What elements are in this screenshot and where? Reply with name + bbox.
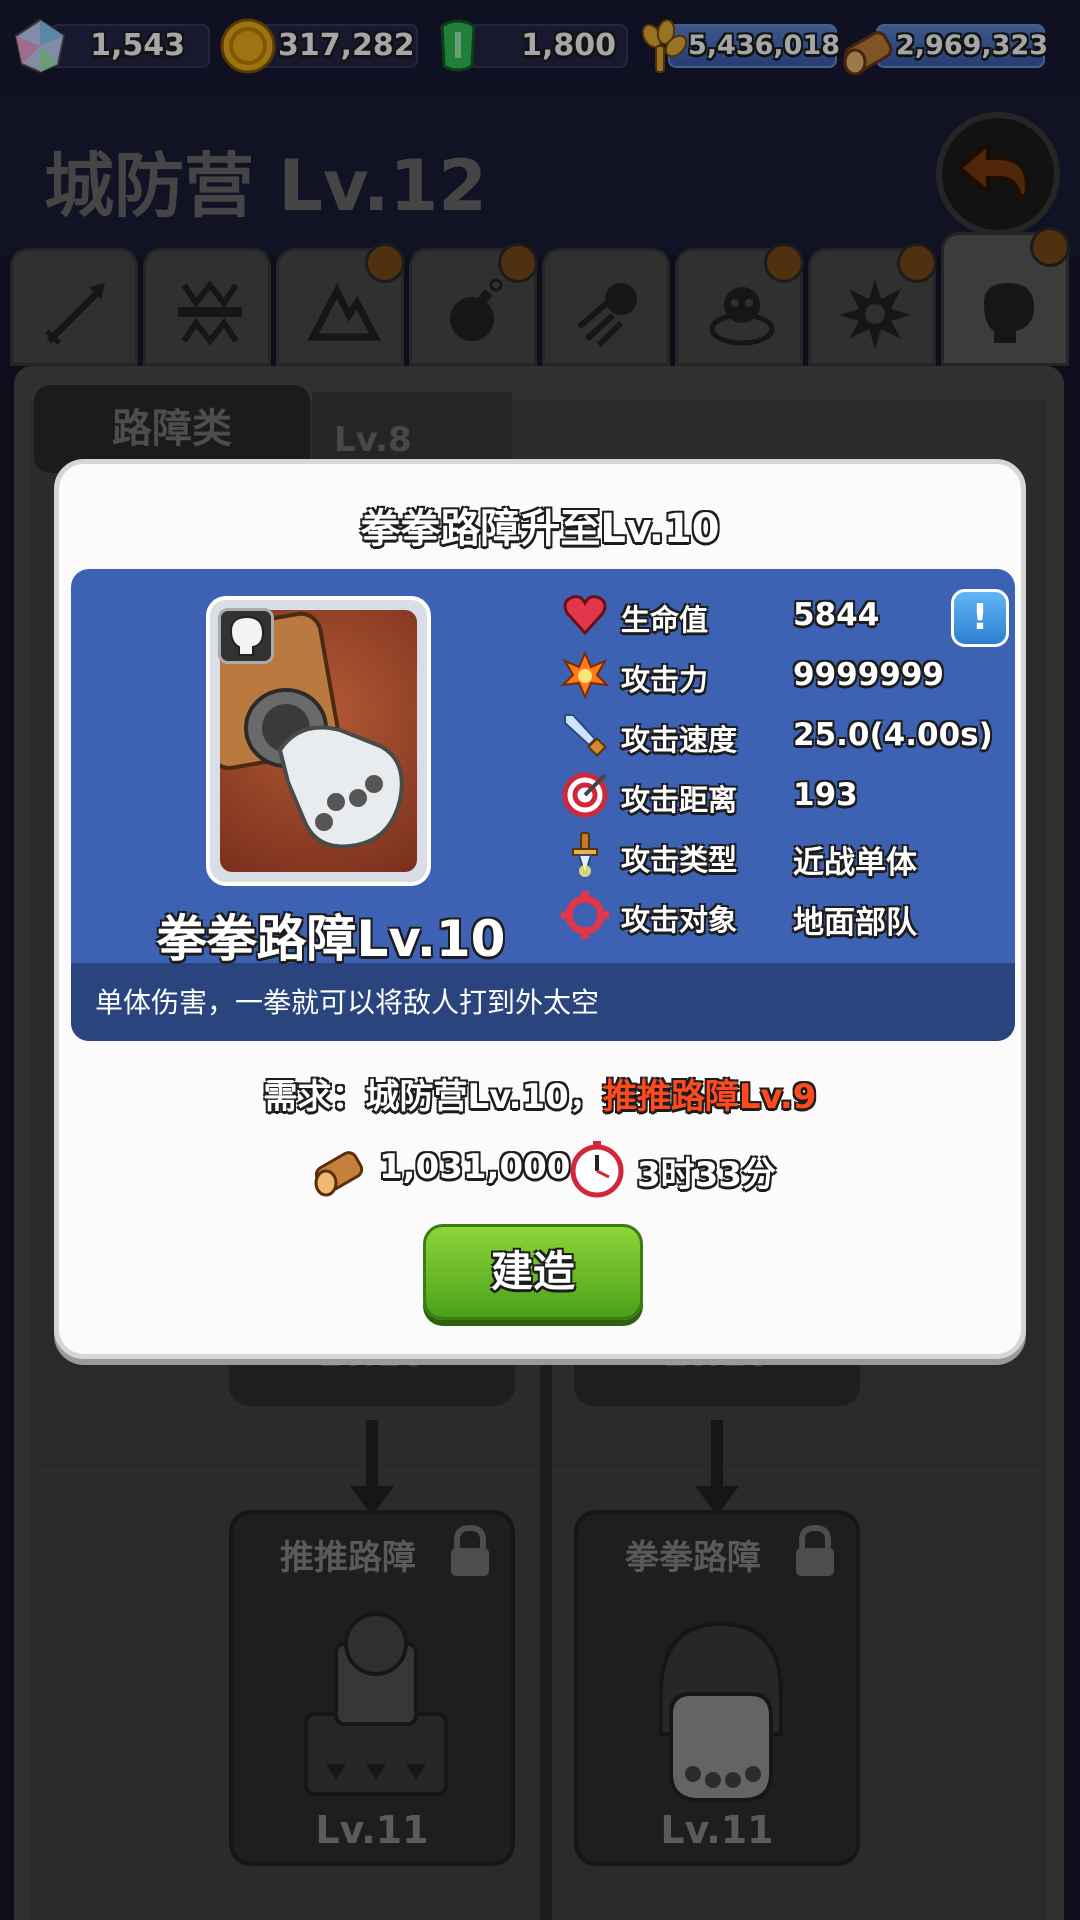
boxing-glove-icon bbox=[229, 615, 265, 656]
stat-hp: 生命值 5844 bbox=[561, 591, 1001, 641]
stat-label: 攻击速度 bbox=[621, 723, 738, 757]
unit-name: 拳拳路障Lv.10 bbox=[156, 910, 506, 968]
explosion-icon bbox=[561, 651, 609, 699]
target-icon bbox=[562, 772, 608, 818]
stat-attack-type: 攻击类型 近战单体 bbox=[561, 831, 1001, 881]
stat-attack-speed: 攻击速度 25.0(4.00s) bbox=[561, 711, 1001, 761]
stat-target: 攻击对象 地面部队 bbox=[561, 891, 1001, 941]
stat-attack: 攻击力 9999999 bbox=[561, 651, 1001, 701]
stat-range: 攻击距离 193 bbox=[561, 771, 1001, 821]
requirement-prefix: 需求： bbox=[263, 1077, 366, 1117]
cost-wood-value: 1,031,000 bbox=[379, 1147, 571, 1187]
unit-info-panel: 拳拳路障Lv.10 单体伤害，一拳就可以将敌人打到外太空 生命值 5844 攻击… bbox=[71, 569, 1015, 1041]
dialog-title: 拳拳路障升至Lv.10 bbox=[360, 506, 720, 552]
requirement-met: 城防营Lv.10， bbox=[365, 1077, 603, 1117]
cost-time: 3时33分 bbox=[567, 1139, 776, 1199]
stat-label: 攻击距离 bbox=[621, 783, 738, 817]
unit-portrait bbox=[206, 596, 431, 886]
stat-value: 近战单体 bbox=[793, 845, 917, 881]
unit-type-badge bbox=[218, 608, 274, 664]
stat-label: 攻击类型 bbox=[621, 843, 738, 877]
stat-value: 9999999 bbox=[793, 657, 944, 693]
heart-icon bbox=[563, 595, 607, 636]
unit-description: 单体伤害，一拳就可以将敌人打到外太空 bbox=[95, 986, 600, 1019]
dagger-icon bbox=[572, 832, 598, 879]
wood-log-icon bbox=[314, 1151, 364, 1197]
stat-value: 25.0(4.00s) bbox=[793, 717, 993, 753]
stopwatch-icon bbox=[570, 1141, 624, 1198]
cost-time-value: 3时33分 bbox=[637, 1155, 776, 1195]
stat-value: 193 bbox=[793, 777, 858, 813]
stat-label: 攻击力 bbox=[621, 663, 709, 697]
stat-label: 生命值 bbox=[621, 603, 709, 637]
upgrade-requirement: 需求：城防营Lv.10，推推路障Lv.9 bbox=[59, 1069, 1021, 1118]
cost-wood: 1,031,000 bbox=[309, 1139, 570, 1199]
crosshair-icon bbox=[561, 891, 609, 939]
stat-value: 5844 bbox=[793, 597, 880, 633]
sword-icon bbox=[564, 714, 607, 757]
build-button[interactable]: 建造 bbox=[423, 1224, 643, 1320]
stat-label: 攻击对象 bbox=[621, 903, 738, 937]
upgrade-dialog: 拳拳路障升至Lv.10 拳拳路障Lv.10 单体伤害，一拳就可以将敌人打到外太空… bbox=[54, 459, 1026, 1359]
requirement-unmet: 推推路障Lv.9 bbox=[602, 1077, 817, 1117]
stat-value: 地面部队 bbox=[793, 905, 917, 941]
info-button[interactable]: ! bbox=[951, 589, 1009, 647]
